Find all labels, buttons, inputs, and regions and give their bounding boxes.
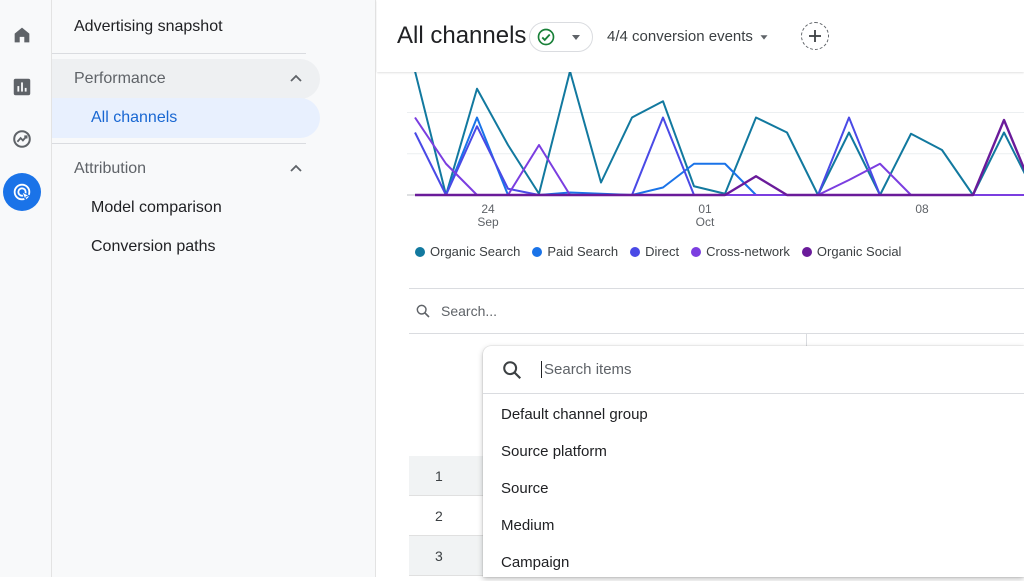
chevron-up-icon [290,74,302,82]
table-row[interactable]: 1 [409,456,489,496]
sidebar-section-performance[interactable]: Performance [52,59,320,99]
dropdown-search-input[interactable] [541,361,841,378]
check-circle-icon [537,28,555,46]
chart-legend: Organic Search Paid Search Direct Cross-… [415,244,901,259]
plus-icon [809,30,821,42]
series-line-organic-search[interactable] [414,70,1024,196]
row-number: 2 [435,507,443,524]
legend-label: Organic Social [816,244,902,259]
legend-item-organic-social[interactable]: Organic Social [801,244,902,259]
row-number: 1 [435,467,443,484]
search-icon [416,304,430,318]
legend-label: Direct [645,244,680,259]
dropdown-item-default-channel-group[interactable]: Default channel group [483,396,1024,433]
sidebar-divider [52,53,306,54]
legend-item-cross-network[interactable]: Cross-network [691,244,790,259]
reports-icon[interactable] [4,69,40,105]
legend-label: Paid Search [547,244,619,259]
dropdown-search [483,346,1024,394]
conversion-events-label: 4/4 conversion events [607,28,753,45]
table-row[interactable]: 3 [409,536,489,576]
search-icon [503,360,522,379]
chevron-up-icon [290,164,302,172]
sidebar-item-conversion-paths[interactable]: Conversion paths [52,227,320,267]
sidebar: Advertising snapshot Performance All cha… [52,0,376,577]
nav-rail [0,0,52,577]
legend-item-paid-search[interactable]: Paid Search [532,244,618,259]
table-row[interactable]: 2 [409,496,489,536]
table-rows: 1 2 3 [409,456,489,576]
status-dropdown[interactable] [529,22,593,52]
dropdown-item-campaign[interactable]: Campaign [483,544,1024,581]
dropdown-item-medium[interactable]: Medium [483,507,1024,544]
explore-icon[interactable] [4,121,40,157]
caret-down-icon [572,35,580,40]
legend-dot [691,246,702,257]
legend-dot [532,246,543,257]
sidebar-section-attribution[interactable]: Attribution [52,149,320,189]
page-title: All channels [397,22,527,49]
dropdown-item-source[interactable]: Source [483,470,1024,507]
legend-item-organic-search[interactable]: Organic Search [415,244,520,259]
table-search-placeholder: Search... [441,303,498,319]
sidebar-item-model-comparison[interactable]: Model comparison [52,188,320,228]
dimension-dropdown: Default channel group Source platform So… [483,346,1024,577]
x-tick-label: Oct [696,215,715,229]
x-tick-label: 08 [915,202,929,216]
legend-label: Organic Search [430,244,521,259]
main-content: 24 Sep 01 Oct 08 Organic Search Paid Search … [377,0,1024,577]
legend-dot [801,246,812,257]
home-icon[interactable] [4,17,40,53]
row-number: 3 [435,547,443,564]
x-tick-label: 01 [698,202,712,216]
sidebar-item-all-channels[interactable]: All channels [52,98,320,138]
sidebar-item-label: All channels [91,109,178,126]
x-tick-label: 24 [481,202,495,216]
x-tick-label: Sep [477,215,499,229]
series-line-organic-social[interactable] [415,76,1024,197]
conversion-events-dropdown[interactable]: 4/4 conversion events [607,28,771,45]
legend-label: Cross-network [706,244,790,259]
dropdown-item-source-platform[interactable]: Source platform [483,433,1024,470]
page-header: All channels 4/4 conversion events [377,0,1024,72]
sidebar-item-label: Model comparison [91,199,222,216]
legend-item-direct[interactable]: Direct [630,244,679,259]
table-search-bar[interactable]: Search... [409,288,1024,334]
sidebar-section-label: Performance [74,70,166,87]
legend-dot [630,246,641,257]
sidebar-item-label: Conversion paths [91,238,216,255]
sidebar-section-label: Attribution [74,160,147,177]
legend-dot [415,246,425,257]
caret-down-icon [760,34,768,40]
sidebar-title: Advertising snapshot [74,18,223,35]
advertising-icon[interactable] [3,173,41,211]
sidebar-divider [52,143,306,144]
add-comparison-button[interactable] [801,22,829,50]
